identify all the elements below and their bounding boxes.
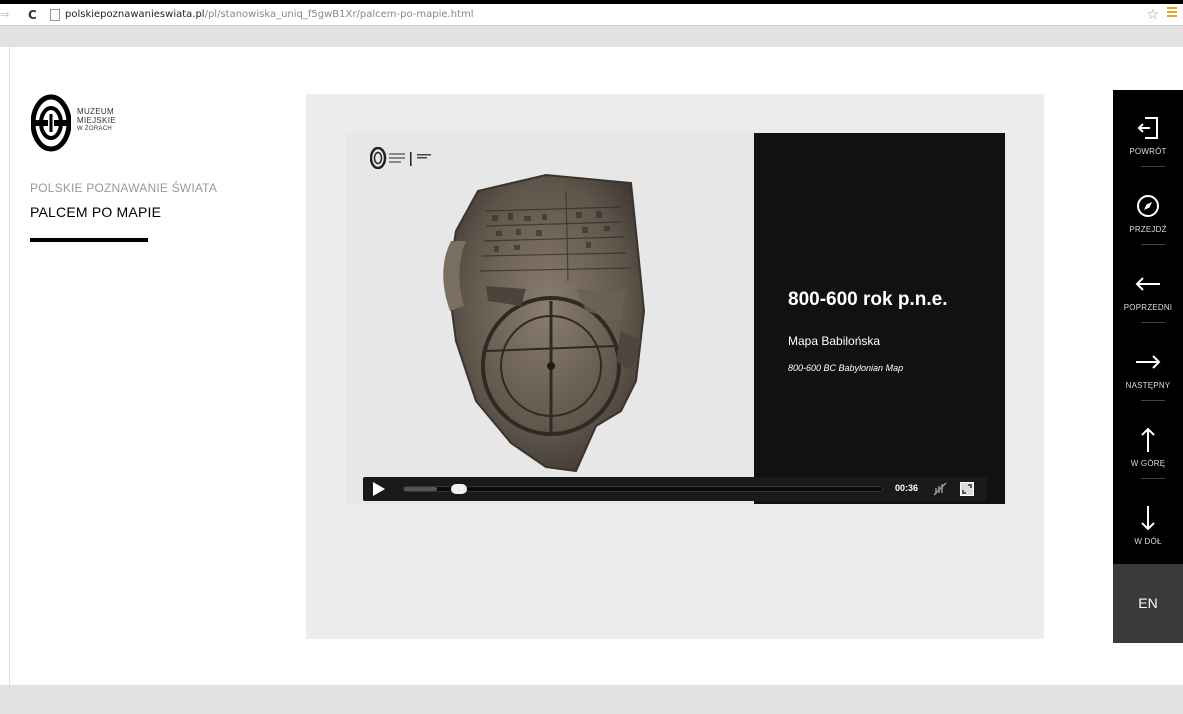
nav-goto-label: PRZEJDŹ [1129, 225, 1167, 234]
mute-icon[interactable] [933, 482, 947, 496]
nav-previous-label: POPRZEDNI [1123, 303, 1173, 312]
slide-map-name-pl: Mapa Babilońska [788, 334, 881, 348]
nav-up-button[interactable]: W GÓRĘ [1113, 402, 1183, 480]
arrow-left-icon [1113, 270, 1183, 298]
video-progress-bar[interactable] [403, 484, 883, 494]
window-left-edge [0, 47, 10, 685]
nav-separator [1141, 322, 1165, 323]
fullscreen-icon[interactable] [960, 482, 974, 496]
logo-line-2: MIEJSKIE [77, 116, 116, 125]
video-slide[interactable]: 800-600 rok p.n.e. Mapa Babilońska 800-6… [346, 133, 1005, 504]
slide-caption-panel: 800-600 rok p.n.e. Mapa Babilońska 800-6… [754, 133, 1005, 504]
compass-icon [1113, 192, 1183, 220]
url-domain: polskiepoznawanieswiata.pl [65, 9, 205, 20]
video-controls: 00:36 [363, 477, 987, 501]
url-path: /pl/stanowiska_uniq_f5gwB1Xr/palcem-po-m… [204, 9, 474, 20]
exit-icon [1113, 114, 1183, 142]
url-text[interactable]: polskiepoznawanieswiata.pl/pl/stanowiska… [65, 9, 473, 20]
browser-chrome: ⇒ C polskiepoznawanieswiata.pl/pl/stanow… [0, 0, 1183, 47]
title-underline [30, 238, 148, 242]
right-navigation: POWRÓT PRZEJDŹ POPRZEDNI NASTĘPNY W GÓRĘ [1113, 90, 1183, 643]
bookmark-star-icon[interactable]: ☆ [1146, 7, 1159, 23]
browser-menu-icon[interactable] [1167, 7, 1177, 19]
nav-back-button[interactable]: POWRÓT [1113, 90, 1183, 168]
logo-line-3: W ŻORACH [77, 126, 113, 132]
language-switch-button[interactable]: EN [1113, 564, 1183, 643]
slide-map-name-en: 800-600 BC Babylonian Map [788, 363, 904, 373]
nav-goto-button[interactable]: PRZEJDŹ [1113, 168, 1183, 246]
arrow-right-icon [1113, 348, 1183, 376]
nav-back-label: POWRÓT [1129, 147, 1167, 156]
arrow-down-icon [1113, 504, 1183, 532]
video-time: 00:36 [895, 483, 919, 493]
nav-previous-button[interactable]: POPRZEDNI [1113, 246, 1183, 324]
address-bar[interactable]: ⇒ C polskiepoznawanieswiata.pl/pl/stanow… [0, 4, 1183, 26]
video-progress-handle[interactable] [451, 484, 468, 494]
nav-separator [1141, 244, 1165, 245]
babylonian-map-tablet-image [443, 173, 646, 473]
logo-line-1: MUZEUM [77, 107, 114, 116]
play-icon[interactable] [373, 482, 385, 496]
nav-separator [1141, 400, 1165, 401]
museum-logo-icon [31, 94, 71, 152]
nav-separator [1141, 478, 1165, 479]
slide-year: 800-600 rok p.n.e. [788, 289, 948, 310]
page-footer [0, 685, 1183, 714]
nav-up-label: W GÓRĘ [1130, 459, 1166, 468]
nav-down-button[interactable]: W DÓŁ [1113, 480, 1183, 558]
museum-logo[interactable]: MUZEUM MIEJSKIE W ŻORACH [31, 94, 151, 152]
reload-icon[interactable]: C [28, 8, 46, 22]
video-progress-fill [404, 487, 438, 491]
section-subtitle[interactable]: POLSKIE POZNAWANIE ŚWIATA [30, 181, 217, 195]
bookmark-bar [0, 26, 1183, 47]
arrow-up-icon [1113, 426, 1183, 454]
nav-separator [1141, 166, 1165, 167]
logo-text: MUZEUM MIEJSKIE W ŻORACH [77, 107, 116, 134]
page-icon [50, 8, 60, 21]
page-title: PALCEM PO MAPIE [30, 204, 162, 220]
slide-image-panel [346, 133, 754, 504]
nav-down-label: W DÓŁ [1134, 537, 1162, 546]
slide-mini-logo [370, 147, 431, 169]
nav-next-button[interactable]: NASTĘPNY [1113, 324, 1183, 402]
forward-arrow-icon[interactable]: ⇒ [0, 8, 14, 21]
nav-next-label: NASTĘPNY [1125, 381, 1171, 390]
